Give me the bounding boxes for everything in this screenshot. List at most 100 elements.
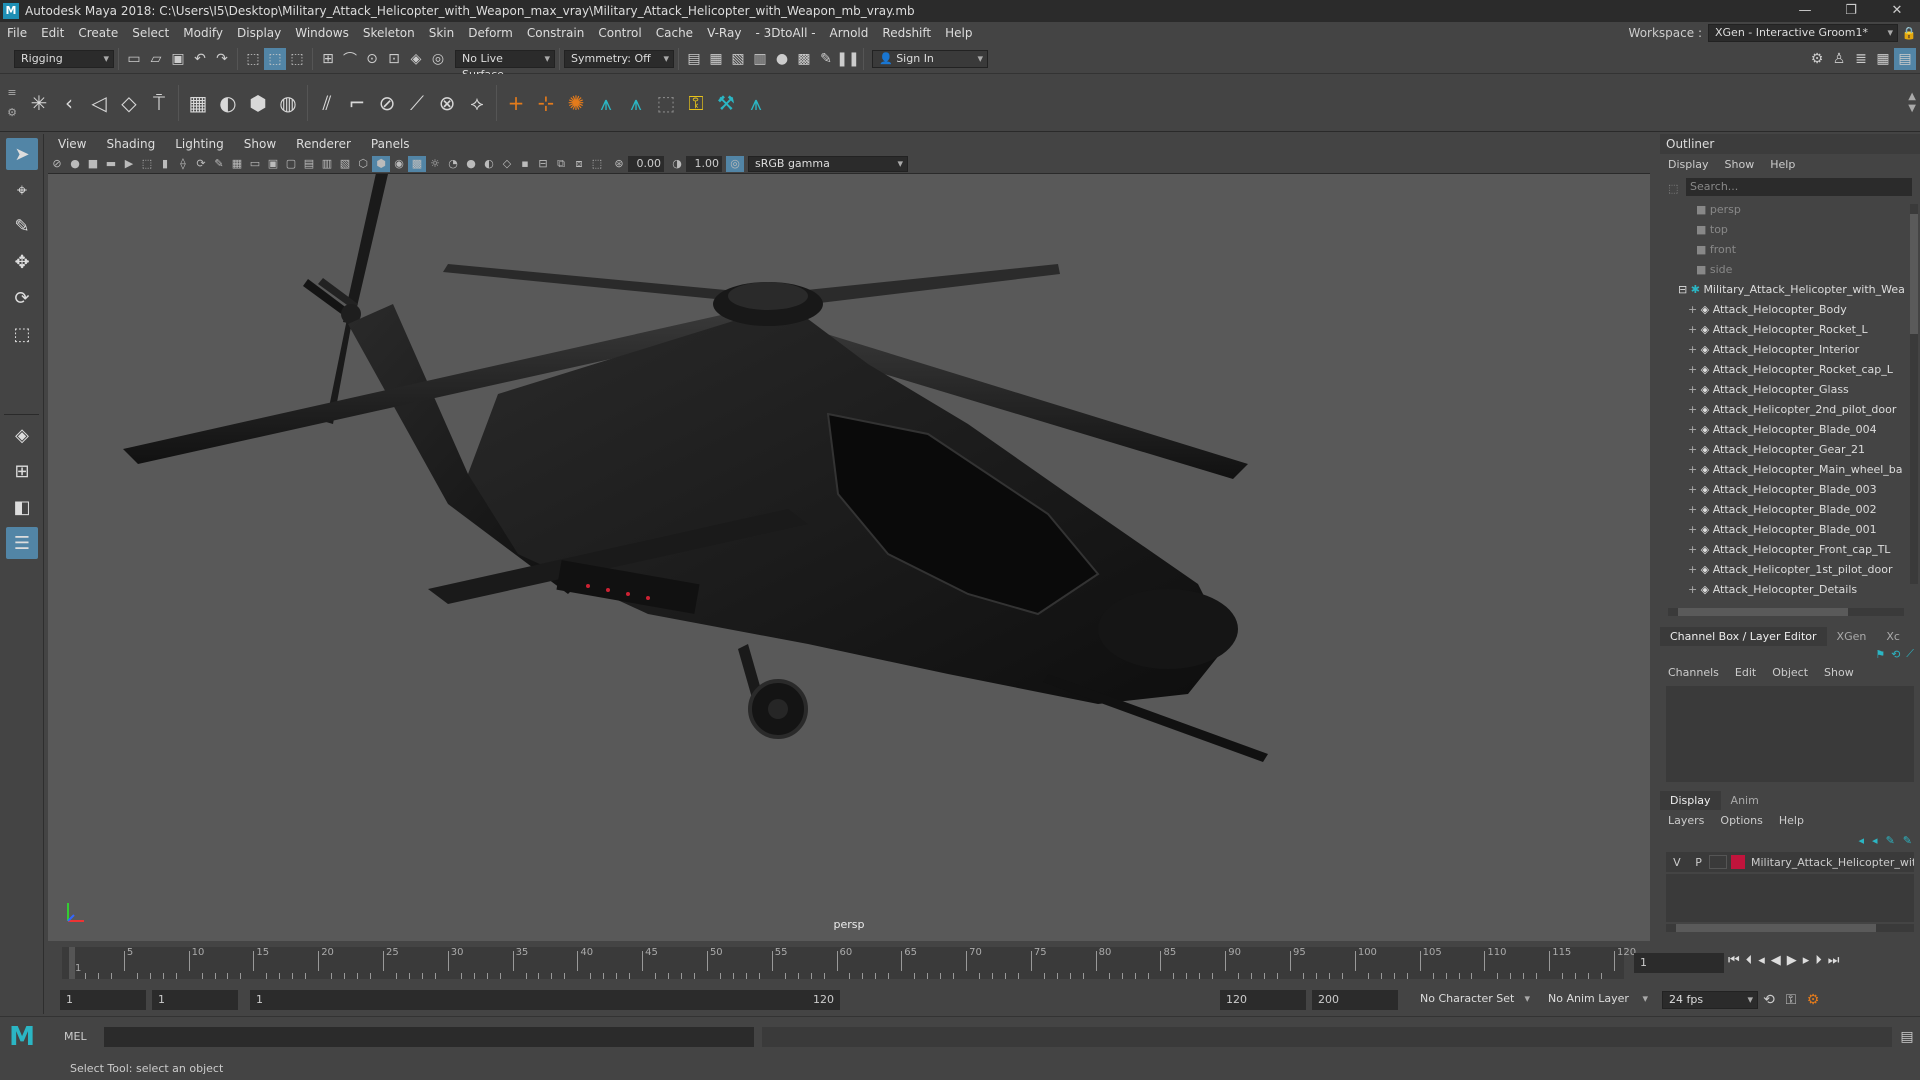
move-layer-up-icon[interactable]: ◂ — [1859, 834, 1865, 847]
menu-windows[interactable]: Windows — [288, 26, 356, 40]
move-layer-down-icon[interactable]: ◂ — [1872, 834, 1878, 847]
frame-all-icon[interactable]: ⧉ — [552, 156, 570, 172]
outliner-item[interactable]: + ◈ Attack_Helocopter_Rocket_L — [1660, 320, 1920, 340]
aim-constraint-icon[interactable]: ✺ — [561, 86, 591, 120]
fps-select[interactable]: 24 fps — [1662, 991, 1758, 1009]
workspace-select[interactable]: XGen - Interactive Groom1* — [1708, 24, 1898, 42]
loop-icon[interactable]: ⟲ — [1758, 989, 1780, 1011]
redo-icon[interactable]: ↷ — [211, 48, 233, 70]
ipr-render-icon[interactable]: ▧ — [727, 48, 749, 70]
script-editor-icon[interactable]: ▤ — [1896, 1026, 1918, 1048]
layer-name[interactable]: Military_Attack_Helicopter_wit — [1751, 856, 1914, 869]
viewport-menu-shading[interactable]: Shading — [96, 137, 165, 151]
current-frame-field[interactable]: 1 — [1634, 953, 1724, 973]
paint-select-icon[interactable]: ✎ — [6, 210, 38, 242]
outliner-item[interactable]: + ◈ Attack_Helocopter_Rocket_cap_L — [1660, 360, 1920, 380]
outliner-item[interactable]: + ◈ Attack_Helocopter_Front_cap_TL — [1660, 540, 1920, 560]
outliner-item[interactable]: + ◈ Attack_Helicopter_2nd_pilot_door — [1660, 400, 1920, 420]
channels-menu[interactable]: Channels — [1660, 666, 1727, 679]
soft-mod-icon[interactable]: ◍ — [273, 86, 303, 120]
tab-xc[interactable]: Xc — [1876, 627, 1910, 646]
gamma-icon[interactable]: ◑ — [668, 156, 686, 172]
close-button[interactable]: ✕ — [1874, 0, 1920, 22]
character-controls-icon[interactable]: ♙ — [1828, 48, 1850, 70]
step-back-frame-icon[interactable]: ◂ — [1758, 953, 1765, 968]
depth-of-field-icon[interactable]: ▪ — [516, 156, 534, 172]
shelf-tab-toggle[interactable]: ≡ ⚙ — [0, 83, 24, 123]
default-material-icon[interactable]: ▢ — [282, 156, 300, 172]
outliner-item-front[interactable]: ■ front — [1660, 240, 1920, 260]
wrap-icon[interactable]: ⬢ — [243, 86, 273, 120]
wire-deformer-icon[interactable]: ⟡ — [462, 86, 492, 120]
exposure-icon[interactable]: ⊛ — [610, 156, 628, 172]
menu-skin[interactable]: Skin — [422, 26, 462, 40]
field-chart-icon[interactable]: ⟳ — [192, 156, 210, 172]
gamma-field[interactable]: 1.00 — [686, 155, 722, 172]
set-driven-key-icon[interactable]: ⚿ — [681, 86, 711, 120]
menu-skeleton[interactable]: Skeleton — [356, 26, 422, 40]
step-forward-key-icon[interactable]: ⏵ — [1815, 953, 1822, 968]
lights-icon[interactable]: ▥ — [318, 156, 336, 172]
layer-type-toggle[interactable] — [1709, 855, 1728, 869]
viewport-menu-renderer[interactable]: Renderer — [286, 137, 361, 151]
minimize-button[interactable]: — — [1782, 0, 1828, 22]
snap-surface-icon[interactable]: ◈ — [405, 48, 427, 70]
layer-playback-toggle[interactable]: P — [1688, 856, 1710, 869]
outliner-item[interactable]: + ◈ Attack_Helocopter_Main_wheel_ba — [1660, 460, 1920, 480]
outliner-search-input[interactable]: Search... — [1686, 178, 1912, 196]
step-back-key-icon[interactable]: ⏴ — [1746, 953, 1753, 968]
menu-display[interactable]: Display — [230, 26, 288, 40]
outliner-vscroll[interactable] — [1910, 204, 1918, 584]
smooth-shade-icon[interactable]: ▣ — [264, 156, 282, 172]
menu-arnold[interactable]: Arnold — [823, 26, 876, 40]
maximize-button[interactable]: ❐ — [1828, 0, 1874, 22]
layer-visibility-toggle[interactable]: V — [1666, 856, 1688, 869]
menu-file[interactable]: File — [0, 26, 34, 40]
layer-help-menu[interactable]: Help — [1771, 814, 1812, 827]
hypershade-icon[interactable]: ● — [771, 48, 793, 70]
colorspace-select[interactable]: sRGB gamma — [748, 155, 908, 172]
render-settings-icon[interactable]: ▥ — [749, 48, 771, 70]
shadows-icon[interactable]: ▧ — [336, 156, 354, 172]
viewport-menu-panels[interactable]: Panels — [361, 137, 420, 151]
xray-icon[interactable]: ⬢ — [372, 155, 390, 172]
options-menu[interactable]: Options — [1712, 814, 1770, 827]
select-hierarchy-icon[interactable]: ⬚ — [242, 48, 264, 70]
open-scene-icon[interactable]: ▱ — [145, 48, 167, 70]
scale-tool-icon[interactable]: ⬚ — [6, 318, 38, 350]
textured-icon[interactable]: ▤ — [300, 156, 318, 172]
attribute-editor-icon[interactable]: ≣ — [1850, 48, 1872, 70]
outliner-item[interactable]: + ◈ Attack_Helocopter_Details — [1660, 580, 1920, 600]
point-constraint-icon[interactable]: ⊹ — [531, 86, 561, 120]
character-set-select[interactable]: No Character Set — [1414, 991, 1534, 1009]
menu-create[interactable]: Create — [71, 26, 125, 40]
current-time-marker[interactable] — [69, 947, 75, 979]
select-component-icon[interactable]: ⬚ — [286, 48, 308, 70]
viewport-menu-view[interactable]: View — [48, 137, 96, 151]
persp-outliner-icon[interactable]: ◧ — [6, 491, 38, 523]
tab-channel-box[interactable]: Channel Box / Layer Editor — [1660, 626, 1827, 646]
ik-handle-icon[interactable]: ⍑ — [144, 86, 174, 120]
hud-icon[interactable]: ⊟ — [534, 156, 552, 172]
bookmark-icon[interactable]: ■ — [84, 156, 102, 172]
film-gate-icon[interactable]: ⬚ — [138, 156, 156, 172]
insert-joint-icon[interactable]: ‹ — [54, 86, 84, 120]
outliner-item[interactable]: + ◈ Attack_Helocopter_Blade_002 — [1660, 500, 1920, 520]
save-scene-icon[interactable]: ▣ — [167, 48, 189, 70]
light-icon[interactable]: ☼ — [426, 156, 444, 172]
menu-constrain[interactable]: Constrain — [520, 26, 592, 40]
mel-label[interactable]: MEL — [64, 1030, 104, 1043]
menu-select[interactable]: Select — [125, 26, 176, 40]
go-to-end-icon[interactable]: ⏭ — [1828, 953, 1840, 968]
tab-display[interactable]: Display — [1660, 790, 1721, 810]
snap-view-icon[interactable]: ⊡ — [383, 48, 405, 70]
bind-skin-icon[interactable]: ⫽ — [312, 86, 342, 120]
menu-redshift[interactable]: Redshift — [875, 26, 938, 40]
channel-tool-1-icon[interactable]: ⚑ — [1875, 648, 1885, 661]
anim-start-field[interactable]: 1 — [60, 990, 146, 1010]
tab-xgen[interactable]: XGen — [1827, 627, 1877, 646]
snap-live-icon[interactable]: ◎ — [427, 48, 449, 70]
tool-settings-icon[interactable]: ▦ — [1872, 48, 1894, 70]
gate-mask-icon[interactable]: ⟠ — [174, 156, 192, 172]
filter-icon[interactable]: ⬚ — [1668, 182, 1678, 195]
